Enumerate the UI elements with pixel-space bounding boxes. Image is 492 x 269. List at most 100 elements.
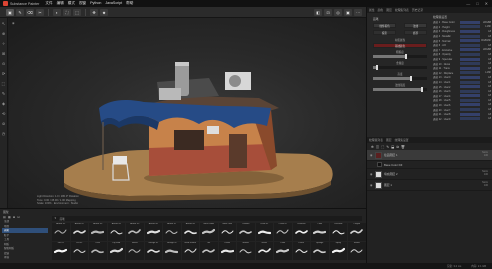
brush-thumbnail[interactable]: Hard Round [181,242,199,260]
brush-thumbnail[interactable]: Basic Soft [218,223,236,241]
channel-format-dropdown[interactable] [460,34,480,38]
add-icon[interactable]: ⊕ [1,31,6,36]
duplicate-layer-icon[interactable]: ⧉ [396,145,398,149]
tab-properties[interactable]: 属性 [369,8,375,12]
menu-mode[interactable]: 模式 [68,1,75,6]
brush-thumbnail[interactable]: Basic Hard [200,223,218,241]
channel-format-dropdown[interactable] [460,66,480,70]
viewport-camera-icon[interactable]: ◉ [12,21,15,25]
normal-strength-slider[interactable] [373,87,427,92]
tab-texture-set-settings[interactable]: 纹理集设置 [395,138,409,142]
channel-format-dropdown[interactable] [460,98,480,102]
history-icon[interactable]: ◷ [1,131,6,136]
shelf-filter-bar[interactable]: ▼ 画笔 [52,216,362,221]
brush-thumbnail[interactable]: Artistic 06 [144,223,162,241]
add-layer-icon[interactable]: ⊕ [371,145,374,149]
mask-button[interactable]: 遮罩 [404,30,427,35]
brush-thumbnail[interactable]: Pencil [292,242,310,260]
minimize-button[interactable]: — [466,1,470,6]
channel-format-dropdown[interactable] [460,80,480,84]
more-options-icon[interactable]: ⋯ [354,9,362,16]
undo-icon[interactable]: ⟲ [1,111,6,116]
brush-thumbnail[interactable]: Marker [237,242,255,260]
tab-layers[interactable]: 图层 [386,8,392,12]
brush-thumbnail[interactable]: Artistic 05 [126,223,144,241]
symmetry-icon[interactable]: ⬥ [100,8,108,16]
layer-row[interactable]: ◉ 填充图层 2 Norm 100 [367,169,492,180]
brush-thumbnail[interactable]: Charcoal [292,223,310,241]
tab-texture-sets[interactable]: 纹理集列表 [369,138,383,142]
linear-shading-button[interactable]: 线性着色 [373,23,396,28]
frame-icon[interactable]: ⬚ [1,81,6,86]
channel-format-dropdown[interactable] [460,29,480,33]
channel-format-dropdown[interactable] [460,112,480,116]
channel-row[interactable]: 通道 22 · User9 L8 [433,116,491,121]
channel-format-dropdown[interactable] [460,117,480,121]
grid-icon[interactable]: ⊞ [1,51,6,56]
base-color-button[interactable]: 基础颜色 [373,43,427,48]
brush-thumbnail[interactable]: Artistic 03 [89,223,107,241]
normal-button[interactable]: 法线 [404,23,427,28]
channel-format-dropdown[interactable] [460,20,480,24]
view-mode-icon[interactable]: ◧ [314,9,322,16]
brush-thumbnail[interactable]: Cement [237,223,255,241]
visibility-icon[interactable]: ◉ [370,183,373,187]
visibility-icon[interactable]: ◉ [370,153,373,157]
brush-thumbnail[interactable]: Artistic 02 [70,223,88,241]
tab-color[interactable]: 颜色 [378,8,384,12]
smudge-tool-icon[interactable]: ⛶ [63,8,71,16]
brush-thumbnail[interactable]: Chalk 02 [274,223,292,241]
picker-icon[interactable]: ◈ [1,101,6,106]
visibility-icon[interactable]: ◉ [370,172,373,176]
brush-thumbnail[interactable]: Crayon [348,223,366,241]
channel-format-dropdown[interactable] [460,57,480,61]
add-mask-icon[interactable]: ⬚ [381,145,384,149]
brush-thumbnail[interactable]: Artistic 04 [107,223,125,241]
filter-icon[interactable]: ▼ [54,217,57,220]
slider-knob[interactable] [420,87,423,92]
brush-thumbnail[interactable]: Concrete [329,223,347,241]
brush-thumbnail[interactable]: Dirt 01 [52,242,70,260]
brush-thumbnail[interactable]: Fibers [126,242,144,260]
layer-blend-mode[interactable]: Norm 100 [482,151,488,157]
channel-format-dropdown[interactable] [460,71,480,75]
3d-viewport[interactable]: ◉ Light Direction: 1.0 / 180.0° Rotation… [9,18,366,208]
render-icon[interactable]: ◎ [334,9,342,16]
particle-icon[interactable]: ✧ [1,41,6,46]
channel-format-dropdown[interactable] [460,75,480,79]
layer-blend-mode[interactable]: Norm 100 [482,170,488,176]
height-slider[interactable] [373,76,427,81]
layer-effect-row[interactable]: Base Color Fill [367,161,492,169]
brush-thumbnail[interactable]: Artistic 08 [181,223,199,241]
layer-row[interactable]: ◉ 图层 1 Norm 100 [367,180,492,191]
channel-format-dropdown[interactable] [460,43,480,47]
menu-python[interactable]: Python [90,1,101,6]
projection-button[interactable]: 投影 [373,30,396,35]
tab-texture-set-list[interactable]: 纹理集列表 [395,8,409,12]
brush-thumbnail[interactable]: Artistic 07 [163,223,181,241]
tab-layers[interactable]: 图层 [386,138,392,142]
paint-tool-icon[interactable]: ✎ [16,8,24,16]
brush-thumbnail[interactable]: Dirt 02 [70,242,88,260]
brush-thumbnail[interactable]: Artistic 01 [52,223,70,241]
select-tool-icon[interactable]: ▣ [6,8,14,16]
layer-row[interactable]: ◉ 绘画图层 1 Norm 100 [367,150,492,161]
menu-edit[interactable]: 编辑 [57,1,64,6]
channel-format-dropdown[interactable] [460,94,480,98]
pointer-icon[interactable]: ↖ [1,21,6,26]
polyfill-tool-icon[interactable]: ◐ [53,8,61,16]
slider-knob[interactable] [405,54,408,59]
channel-format-dropdown[interactable] [460,89,480,93]
channel-format-dropdown[interactable] [460,62,480,66]
maximize-button[interactable]: □ [476,1,478,6]
menu-help[interactable]: 帮助 [126,1,133,6]
slider-knob[interactable] [410,76,413,81]
brush-thumbnail[interactable]: Paint [274,242,292,260]
close-button[interactable]: ✕ [485,1,488,6]
menu-file[interactable]: 文件 [45,1,52,6]
rotate-icon[interactable]: ⟳ [1,71,6,76]
projection-tool-icon[interactable]: ✂ [36,8,44,16]
pencil-icon[interactable]: ✎ [1,91,6,96]
clone-tool-icon[interactable]: ⬚ [73,8,81,16]
eraser-tool-icon[interactable]: ⌫ [26,8,34,16]
